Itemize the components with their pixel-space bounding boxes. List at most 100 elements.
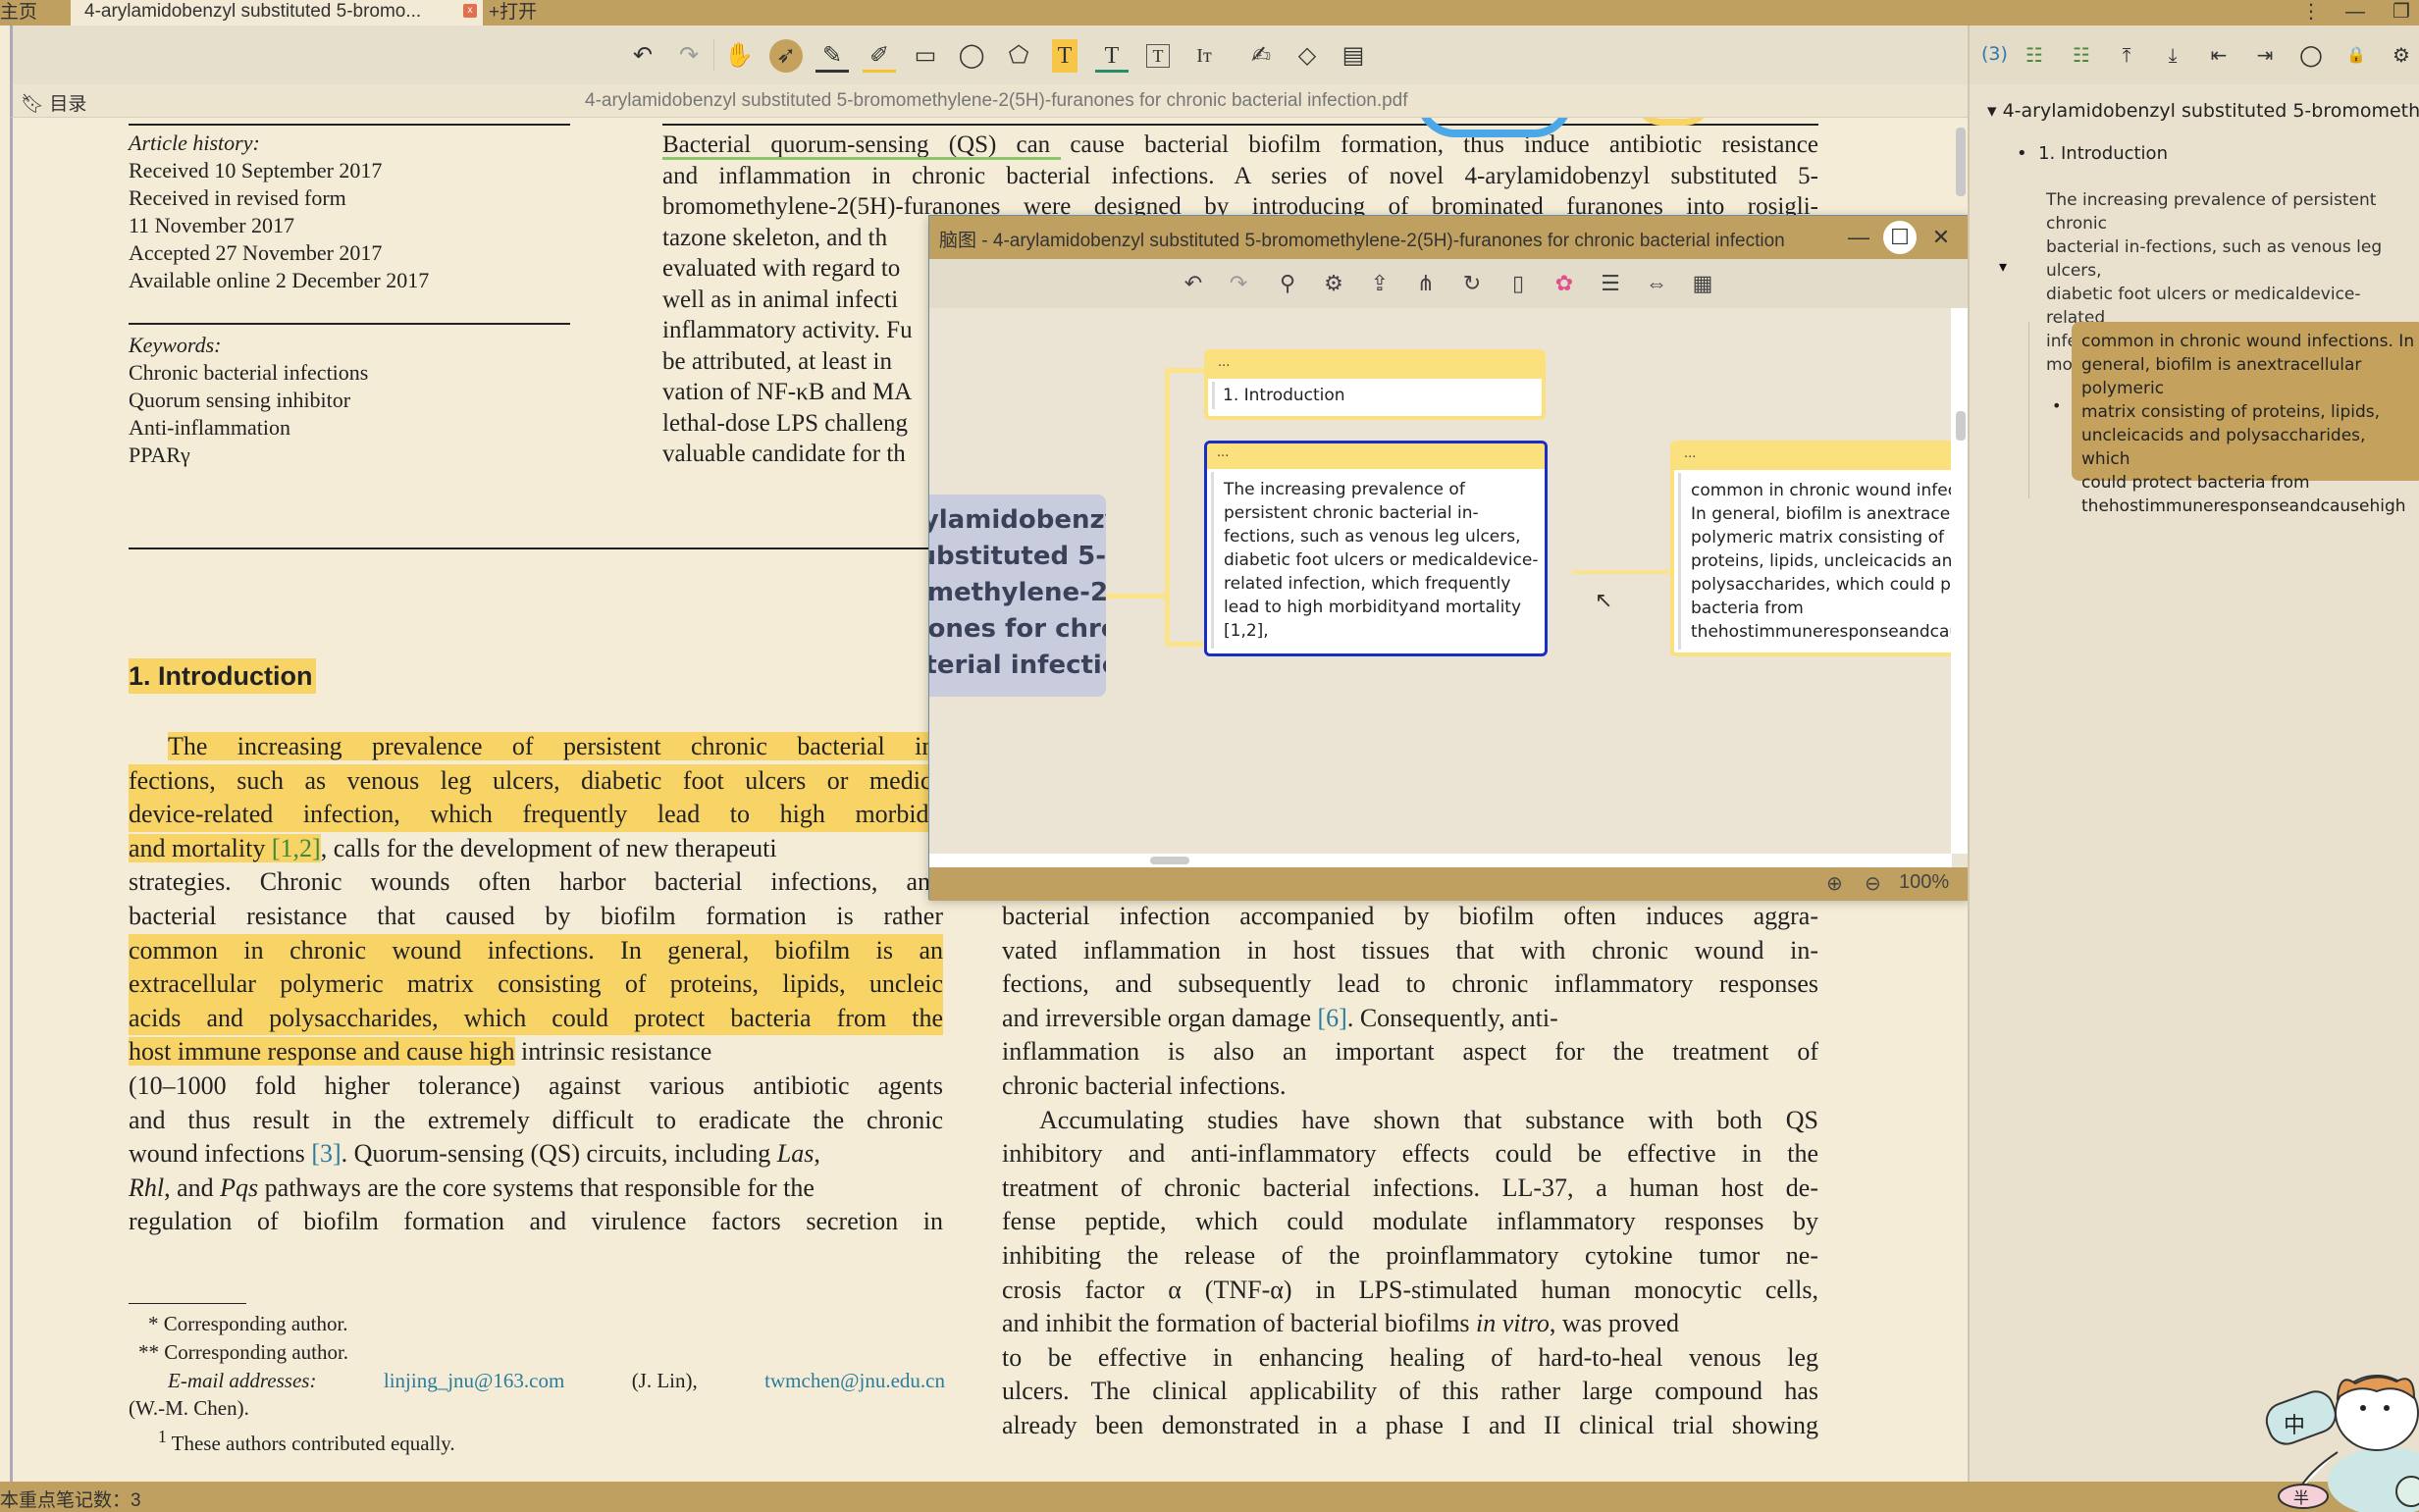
zoom-in-icon[interactable]: ⊕: [1826, 871, 1843, 896]
open-tab-button[interactable]: +打开: [489, 0, 537, 26]
minimize-icon[interactable]: —: [2345, 0, 2365, 24]
close-tab-icon[interactable]: x: [463, 4, 477, 18]
redo-icon[interactable]: ↷: [1224, 269, 1253, 298]
restore-icon[interactable]: ❐: [2393, 0, 2410, 24]
select-tool-icon[interactable]: ➶: [769, 39, 803, 73]
close-icon[interactable]: ✕: [1924, 221, 1958, 254]
more-icon[interactable]: ⋮: [2301, 0, 2321, 24]
citation-link[interactable]: [6]: [1318, 1004, 1347, 1032]
zoom-out-icon[interactable]: ⊖: [1865, 871, 1881, 896]
email-link[interactable]: twmchen@jnu.edu.cn: [764, 1367, 945, 1394]
footnote-emails: E-mail addresses: linjing_jnu@163.com (J…: [168, 1367, 945, 1394]
highlight[interactable]: host immune response and cause high: [129, 1037, 515, 1067]
scroll-thumb[interactable]: [1956, 411, 1966, 441]
scroll-thumb[interactable]: [1956, 128, 1966, 196]
hand-tool-icon[interactable]: ✋: [722, 39, 756, 73]
minimize-icon[interactable]: —: [1842, 221, 1875, 254]
highlight[interactable]: extracellular polymeric matrix consistin…: [129, 967, 943, 1002]
remove-node-icon[interactable]: ☷: [2068, 41, 2095, 69]
search-icon[interactable]: ○: [2297, 41, 2325, 69]
citation-link[interactable]: [3]: [311, 1139, 341, 1168]
text-highlight-tool-icon[interactable]: T: [1052, 39, 1078, 73]
panel-toggle-icon[interactable]: ▤: [1337, 39, 1370, 73]
text-insert-tool-icon[interactable]: Iт: [1187, 39, 1221, 73]
mascot-cat-icon[interactable]: 中 半: [2239, 1344, 2419, 1512]
pen-tool-icon[interactable]: ✎: [815, 39, 849, 73]
bullet-icon: •: [2017, 143, 2027, 164]
polygon-tool-icon[interactable]: ⬠: [1002, 39, 1035, 73]
author-name: (J. Lin),: [631, 1369, 698, 1392]
indent-icon[interactable]: ⇥: [2251, 41, 2279, 69]
fit-width-icon[interactable]: ⇔: [1642, 269, 1671, 298]
split-view-icon[interactable]: ▯: [1503, 269, 1533, 298]
layout-icon[interactable]: ⋔: [1411, 269, 1441, 298]
highlight[interactable]: and mortality [1,2]: [129, 833, 321, 862]
mindmap-root-node[interactable]: rylamidobenzyl ubstituted 5- omethylene-…: [929, 495, 1106, 697]
text: Rhl: [129, 1173, 165, 1202]
outline-line: The increasing prevalence of persistent …: [2046, 190, 2377, 234]
outdent-icon[interactable]: ⇤: [2205, 41, 2233, 69]
text-box-tool-icon[interactable]: T: [1146, 44, 1170, 68]
node-style-icon[interactable]: ⚲: [1273, 269, 1302, 298]
redo-icon[interactable]: ↷: [672, 39, 706, 73]
outline-root[interactable]: ▾ 4-arylamidobenzyl substituted 5-bromom…: [1987, 100, 2419, 122]
outline-item-highlighted[interactable]: common in chronic wound infections. In g…: [2072, 322, 2419, 516]
outline-icon[interactable]: ☰: [1596, 269, 1625, 298]
mindmap-canvas[interactable]: rylamidobenzyl ubstituted 5- omethylene-…: [929, 308, 1952, 854]
ellipse-tool-icon[interactable]: ◯: [955, 39, 988, 73]
highlight[interactable]: acids and polysaccharides, which could p…: [129, 1001, 943, 1036]
text-underline-tool-icon[interactable]: T: [1095, 39, 1129, 73]
home-tab[interactable]: 主页: [0, 0, 37, 26]
grid-icon[interactable]: ▦: [1688, 269, 1717, 298]
outline-item-label: 1. Introduction: [2038, 143, 2168, 164]
collapse-left-icon[interactable]: ‹: [13, 746, 14, 763]
node-header: ...: [1208, 353, 1542, 379]
mindmap-node[interactable]: ... common in chronic wound infections. …: [1670, 441, 1952, 656]
highlighter-tool-icon[interactable]: ✐: [863, 39, 896, 73]
mindmap-node-selected[interactable]: ... The increasing prevalence of persist…: [1204, 441, 1548, 656]
mindmap-node[interactable]: ... 1. Introduction: [1204, 349, 1546, 420]
eraser-tool-icon[interactable]: ◇: [1290, 39, 1324, 73]
rotate-icon[interactable]: ↻: [1457, 269, 1487, 298]
settings-icon[interactable]: ⚙: [1319, 269, 1348, 298]
underline-annotation[interactable]: [662, 157, 1061, 160]
email-link[interactable]: linjing_jnu@163.com: [384, 1367, 564, 1394]
highlight[interactable]: common in chronic wound infections. In g…: [129, 933, 943, 968]
text: in vitro: [1476, 1309, 1550, 1338]
maximize-icon[interactable]: ☐: [1883, 221, 1917, 254]
rectangle-tool-icon[interactable]: ▭: [909, 39, 942, 73]
move-down-icon[interactable]: ⤓: [2159, 41, 2186, 69]
highlight[interactable]: device-related infection, which frequent…: [129, 798, 943, 832]
annotation-toolbar: ↶ ↷ ✋ ➶ ✎ ✐ ▭ ◯ ⬠ T T T Iт ✍ ◇ ▤: [10, 26, 1968, 84]
expand-triangle-icon[interactable]: ▾: [1999, 257, 2007, 276]
mindmap-window[interactable]: 脑图 - 4-arylamidobenzyl substituted 5-bro…: [928, 215, 1972, 901]
footnote-text: Corresponding author.: [164, 1340, 349, 1364]
highlight[interactable]: The increasing prevalence of persistent …: [168, 732, 943, 760]
text: intrinsic resistance: [514, 1037, 712, 1067]
settings-icon[interactable]: ⚙: [2388, 41, 2415, 69]
color-theme-icon[interactable]: ✿: [1550, 269, 1579, 298]
connector: [1165, 642, 1204, 647]
add-child-icon[interactable]: ☷: [2021, 41, 2048, 69]
signature-tool-icon[interactable]: ✍: [1244, 39, 1278, 73]
mindmap-statusbar: ⊕ ⊖ 100%: [929, 867, 1971, 901]
citation-link[interactable]: [1,2]: [272, 834, 321, 862]
scroll-thumb[interactable]: [1150, 857, 1189, 864]
outline-item[interactable]: • 1. Introduction: [2017, 143, 2168, 164]
outline-line: thehostimmuneresponseandcausehigh: [2081, 496, 2406, 516]
outline-root-label: 4-arylamidobenzyl substituted 5-bromomet…: [2002, 100, 2419, 122]
move-up-icon[interactable]: ⤒: [2113, 41, 2140, 69]
undo-icon[interactable]: ↶: [1179, 269, 1208, 298]
toc-button[interactable]: 🔖︎ 目录: [21, 89, 86, 116]
outline-line: could protect bacteria from: [2081, 473, 2310, 493]
text-line: fections, and subsequently lead to chron…: [1002, 969, 1818, 999]
text: pathways are the core systems that respo…: [258, 1173, 815, 1202]
export-icon[interactable]: ⇪: [1365, 269, 1394, 298]
mindmap-horizontal-scrollbar[interactable]: [929, 854, 1952, 867]
mindmap-titlebar[interactable]: 脑图 - 4-arylamidobenzyl substituted 5-bro…: [929, 216, 1971, 259]
undo-icon[interactable]: ↶: [626, 39, 659, 73]
lock-icon[interactable]: 🔒: [2342, 41, 2370, 69]
node-line: fections, such as venous leg ulcers,: [1224, 527, 1521, 547]
expand-triangle-icon[interactable]: ▾: [1987, 100, 1997, 122]
highlight[interactable]: fections, such as venous leg ulcers, dia…: [129, 763, 943, 799]
